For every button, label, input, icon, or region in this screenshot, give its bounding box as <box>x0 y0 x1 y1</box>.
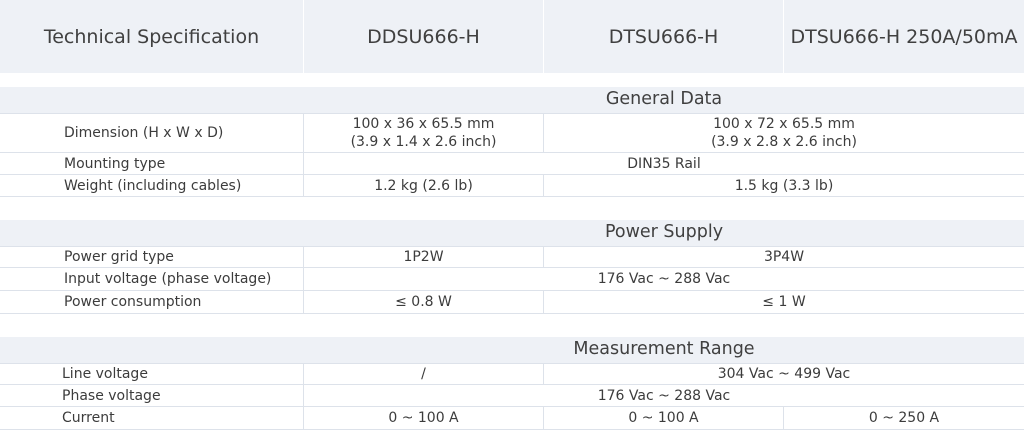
cell-value: 1P2W <box>304 247 544 267</box>
table-row-line-voltage: Line voltage / 304 Vac ~ 499 Vac <box>0 363 1024 385</box>
header-spec: Technical Specification <box>0 0 304 73</box>
cell-value: 3P4W <box>763 249 805 265</box>
header-dtsu666-h-250a: DTSU666-H 250A/50mA <box>790 25 1018 48</box>
row-label: Phase voltage <box>0 385 304 406</box>
cell-value: 176 Vac ~ 288 Vac <box>597 387 731 404</box>
cell-value: 0 ~ 100 A <box>544 407 784 429</box>
cell-value: / <box>304 364 544 384</box>
section-power-supply: Power Supply <box>0 220 1024 246</box>
value-line-1: 100 x 72 x 65.5 mm <box>713 116 855 132</box>
row-label: Weight (including cables) <box>0 175 304 196</box>
row-label: Power consumption <box>0 291 304 313</box>
table-row-current: Current 0 ~ 100 A 0 ~ 100 A 0 ~ 250 A <box>0 407 1024 430</box>
cell-value: DIN35 Rail <box>627 155 701 172</box>
row-label: Current <box>0 407 304 429</box>
value-line-2: (3.9 x 1.4 x 2.6 inch) <box>350 134 497 150</box>
row-label: Mounting type <box>0 153 304 174</box>
cell-value: ≤ 1 W <box>762 294 806 310</box>
table-row-phase-voltage: Phase voltage 176 Vac ~ 288 Vac <box>0 385 1024 407</box>
table-row-input-voltage: Input voltage (phase voltage) 176 Vac ~ … <box>0 268 1024 291</box>
header-dtsu666-h: DTSU666-H <box>544 0 784 73</box>
header-ddsu666-h: DDSU666-H <box>304 0 544 73</box>
cell-value: 304 Vac ~ 499 Vac <box>717 366 851 382</box>
section-title: Power Supply <box>604 222 724 242</box>
cell-value: 100 x 36 x 65.5 mm (3.9 x 1.4 x 2.6 inch… <box>304 114 544 152</box>
section-title: General Data <box>605 89 723 109</box>
table-row-grid-type: Power grid type 1P2W 3P4W <box>0 246 1024 268</box>
cell-value: 176 Vac ~ 288 Vac <box>597 271 731 287</box>
value-line-2: (3.9 x 2.8 x 2.6 inch) <box>711 134 857 150</box>
row-label: Dimension (H x W x D) <box>0 114 304 152</box>
row-label: Power grid type <box>0 247 304 267</box>
cell-value: 1.5 kg (3.3 lb) <box>734 177 834 194</box>
row-label: Line voltage <box>0 364 304 384</box>
cell-value: 1.2 kg (2.6 lb) <box>304 175 544 196</box>
table-row-power-consumption: Power consumption ≤ 0.8 W ≤ 1 W <box>0 291 1024 314</box>
row-label: Input voltage (phase voltage) <box>0 268 304 290</box>
value-line-1: 100 x 36 x 65.5 mm <box>352 116 495 132</box>
table-row-weight: Weight (including cables) 1.2 kg (2.6 lb… <box>0 175 1024 197</box>
section-title: Measurement Range <box>573 339 755 359</box>
cell-value: 0 ~ 250 A <box>868 410 940 426</box>
table-header: Technical Specification DDSU666-H DTSU66… <box>0 0 1024 73</box>
section-measurement-range: Measurement Range <box>0 337 1024 363</box>
cell-value: 0 ~ 100 A <box>304 407 544 429</box>
cell-value: 100 x 72 x 65.5 mm (3.9 x 2.8 x 2.6 inch… <box>544 114 1024 152</box>
section-general-data: General Data <box>0 87 1024 113</box>
table-row-dimension: Dimension (H x W x D) 100 x 36 x 65.5 mm… <box>0 113 1024 153</box>
cell-value: ≤ 0.8 W <box>304 291 544 313</box>
table-row-mounting: Mounting type DIN35 Rail <box>0 153 1024 175</box>
